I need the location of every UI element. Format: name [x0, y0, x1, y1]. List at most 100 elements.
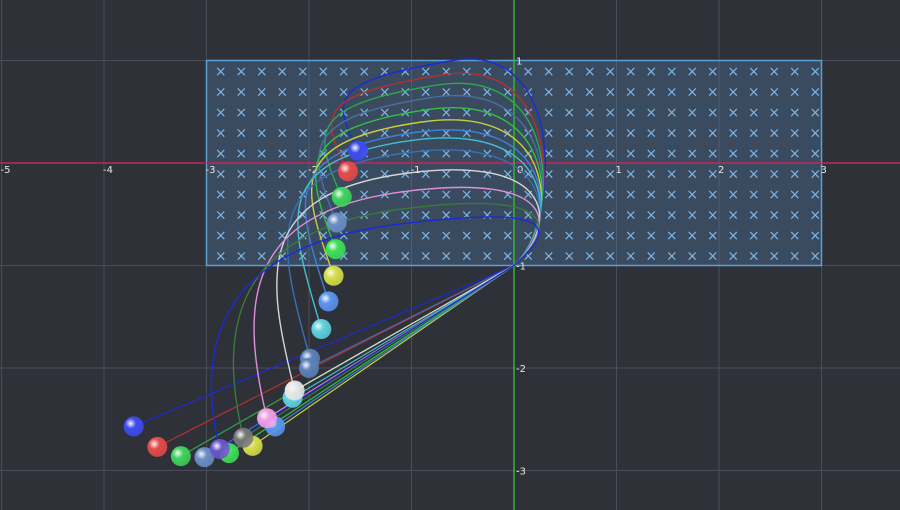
field-cross-marker: ×	[604, 146, 616, 162]
pendulum-ball[interactable]	[170, 446, 191, 467]
field-cross-marker: ×	[256, 105, 268, 121]
field-cross-marker: ×	[707, 187, 719, 203]
field-cross-marker: ×	[666, 228, 678, 244]
pendulum-ball[interactable]	[256, 408, 277, 429]
field-cross-marker: ×	[809, 105, 821, 121]
pendulum-ball[interactable]	[326, 212, 347, 233]
pendulum-ball[interactable]	[311, 319, 332, 340]
pendulum-ball[interactable]	[233, 427, 254, 448]
field-cross-marker: ×	[789, 84, 801, 100]
field-cross-marker: ×	[748, 105, 760, 121]
field-cross-marker: ×	[645, 228, 657, 244]
field-cross-marker: ×	[297, 125, 309, 141]
pendulum-field-diagram: × × × × × × × × × × × × × × × × × × × × × × × × × × × × × × × × × × × × × × × ×…	[0, 0, 900, 510]
field-cross-marker: ×	[584, 166, 596, 182]
field-cross-marker: ×	[727, 125, 739, 141]
field-cross-marker: ×	[543, 228, 555, 244]
field-cross-marker: ×	[666, 125, 678, 141]
field-cross-marker: ×	[748, 64, 760, 80]
field-cross-marker: ×	[625, 228, 637, 244]
field-cross-marker: ×	[748, 228, 760, 244]
field-cross-marker: ×	[727, 64, 739, 80]
field-cross-marker: ×	[563, 105, 575, 121]
field-cross-marker: ×	[748, 248, 760, 264]
field-cross-marker: ×	[215, 125, 227, 141]
pendulum-ball[interactable]	[284, 380, 305, 401]
field-cross-marker: ×	[358, 64, 370, 80]
field-cross-marker: ×	[215, 146, 227, 162]
field-cross-marker: ×	[768, 228, 780, 244]
field-cross-marker: ×	[789, 146, 801, 162]
field-cross-marker: ×	[276, 125, 288, 141]
field-cross-marker: ×	[768, 146, 780, 162]
field-cross-marker: ×	[645, 105, 657, 121]
pendulum-ball[interactable]	[337, 161, 358, 182]
field-cross-marker: ×	[440, 207, 452, 223]
field-cross-marker: ×	[543, 64, 555, 80]
pendulum-ball[interactable]	[209, 438, 230, 459]
field-cross-marker: ×	[399, 228, 411, 244]
field-cross-marker: ×	[686, 146, 698, 162]
pendulum-ball[interactable]	[325, 239, 346, 260]
field-cross-marker: ×	[768, 248, 780, 264]
field-cross-marker: ×	[604, 125, 616, 141]
field-cross-marker: ×	[256, 84, 268, 100]
field-cross-marker: ×	[809, 248, 821, 264]
field-cross-marker: ×	[707, 166, 719, 182]
field-cross-marker: ×	[645, 84, 657, 100]
field-cross-marker: ×	[379, 248, 391, 264]
field-cross-marker: ×	[256, 125, 268, 141]
field-cross-marker: ×	[276, 105, 288, 121]
field-cross-marker: ×	[256, 166, 268, 182]
pendulum-ball[interactable]	[323, 265, 344, 286]
pendulum-ball[interactable]	[348, 140, 369, 161]
field-cross-marker: ×	[461, 248, 473, 264]
field-cross-marker: ×	[297, 166, 309, 182]
field-cross-marker: ×	[461, 146, 473, 162]
pendulum-ball[interactable]	[147, 436, 168, 457]
x-tick-label: -4	[103, 165, 113, 176]
field-cross-marker: ×	[809, 64, 821, 80]
field-cross-marker: ×	[215, 105, 227, 121]
field-cross-marker: ×	[625, 248, 637, 264]
field-cross-marker: ×	[809, 84, 821, 100]
pendulum-ball[interactable]	[299, 358, 319, 378]
field-cross-marker: ×	[379, 207, 391, 223]
field-cross-marker: ×	[625, 146, 637, 162]
pendulum-ball[interactable]	[331, 186, 352, 207]
field-cross-marker: ×	[543, 105, 555, 121]
pendulum-ball[interactable]	[318, 291, 339, 312]
field-cross-marker: ×	[215, 64, 227, 80]
field-cross-marker: ×	[727, 166, 739, 182]
field-cross-marker: ×	[789, 207, 801, 223]
field-cross-marker: ×	[563, 228, 575, 244]
field-cross-marker: ×	[399, 64, 411, 80]
field-cross-marker: ×	[317, 84, 329, 100]
field-cross-marker: ×	[379, 64, 391, 80]
field-cross-marker: ×	[440, 187, 452, 203]
field-cross-marker: ×	[645, 146, 657, 162]
field-cross-marker: ×	[727, 187, 739, 203]
field-cross-marker: ×	[625, 166, 637, 182]
field-cross-marker: ×	[666, 187, 678, 203]
field-cross-marker: ×	[604, 228, 616, 244]
field-cross-marker: ×	[502, 187, 514, 203]
field-cross-marker: ×	[338, 84, 350, 100]
x-tick-label: -5	[1, 165, 11, 176]
field-cross-marker: ×	[645, 187, 657, 203]
field-cross-marker: ×	[666, 105, 678, 121]
field-cross-marker: ×	[748, 166, 760, 182]
field-cross-marker: ×	[809, 228, 821, 244]
field-cross-marker: ×	[215, 248, 227, 264]
field-cross-marker: ×	[420, 228, 432, 244]
field-cross-marker: ×	[809, 166, 821, 182]
field-cross-marker: ×	[789, 105, 801, 121]
field-cross-marker: ×	[584, 228, 596, 244]
field-cross-marker: ×	[666, 207, 678, 223]
field-cross-marker: ×	[256, 248, 268, 264]
field-cross-marker: ×	[276, 84, 288, 100]
field-cross-marker: ×	[440, 84, 452, 100]
field-cross-marker: ×	[563, 146, 575, 162]
pendulum-ball[interactable]	[123, 416, 144, 437]
field-cross-marker: ×	[276, 187, 288, 203]
